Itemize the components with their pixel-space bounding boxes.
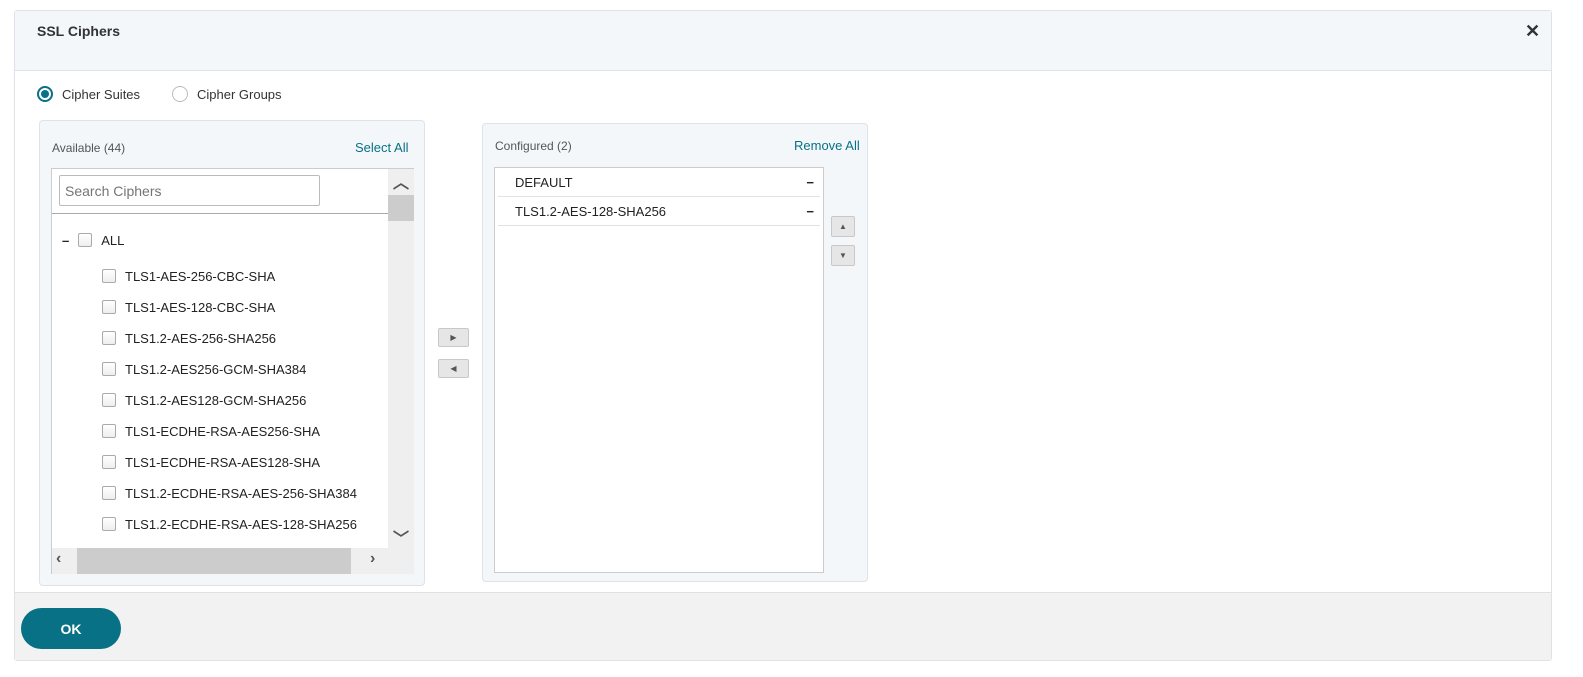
remove-item-icon[interactable]: − — [806, 204, 814, 219]
checkbox[interactable] — [102, 393, 116, 407]
available-label: Available (44) — [52, 141, 126, 155]
move-down-button[interactable]: ▼ — [831, 245, 855, 266]
remove-button[interactable]: ◀ — [438, 359, 469, 378]
configured-label: Configured (2) — [495, 139, 572, 153]
remove-all-link[interactable]: Remove All — [794, 138, 860, 153]
configured-panel: Configured (2) Remove All DEFAULT − TLS1.2… — [482, 123, 868, 582]
checkbox[interactable] — [102, 362, 116, 376]
cipher-item[interactable]: TLS1.2-AES-256-SHA256 — [102, 328, 276, 348]
close-icon[interactable]: ✕ — [1525, 21, 1540, 42]
dialog-header: SSL Ciphers ✕ — [15, 11, 1551, 71]
item-label: TLS1-AES-128-CBC-SHA — [125, 299, 276, 315]
item-label: TLS1.2-ECDHE-RSA-AES-256-SHA384 — [125, 485, 357, 501]
radio-unselected-icon — [172, 86, 188, 102]
available-list: ︿ ﹀ – ALL ‹ › TLS1-AES-256-CBC-SHA TLS1-A… — [51, 168, 414, 574]
scroll-left-icon[interactable]: ‹ — [56, 550, 61, 568]
cipher-item[interactable]: TLS1.2-ECDHE-RSA-AES-128-SHA256 — [102, 514, 357, 534]
tree-item-all[interactable]: – ALL — [62, 230, 124, 250]
arrow-left-icon: ◀ — [450, 364, 457, 373]
search-area — [52, 169, 388, 214]
dialog-title: SSL Ciphers — [37, 23, 120, 39]
item-label: DEFAULT — [515, 174, 573, 190]
arrow-up-icon: ▲ — [839, 222, 847, 231]
item-label: ALL — [101, 232, 125, 248]
item-label: TLS1-AES-256-CBC-SHA — [125, 268, 276, 284]
configured-item[interactable]: TLS1.2-AES-128-SHA256 − — [498, 197, 820, 226]
available-panel: Available (44) Select All ︿ ﹀ – ALL ‹ › — [39, 120, 425, 586]
scroll-up-icon[interactable]: ︿ — [388, 169, 414, 195]
configured-list: DEFAULT − TLS1.2-AES-128-SHA256 − — [494, 167, 824, 573]
cipher-item[interactable]: TLS1-AES-256-CBC-SHA — [102, 266, 275, 286]
add-button[interactable]: ▶ — [438, 328, 469, 347]
scroll-down-icon[interactable]: ﹀ — [388, 525, 414, 548]
remove-item-icon[interactable]: − — [806, 175, 814, 190]
checkbox[interactable] — [78, 233, 93, 247]
checkbox[interactable] — [102, 269, 116, 283]
radio-cipher-groups[interactable]: Cipher Groups — [172, 86, 282, 102]
item-label: TLS1.2-AES-256-SHA256 — [125, 330, 277, 346]
cipher-item[interactable]: TLS1.2-AES128-GCM-SHA256 — [102, 390, 306, 410]
item-label: TLS1.2-AES256-GCM-SHA384 — [125, 361, 307, 377]
checkbox[interactable] — [102, 331, 116, 345]
radio-label: Cipher Suites — [62, 86, 141, 102]
cipher-item[interactable]: TLS1-ECDHE-RSA-AES256-SHA — [102, 421, 320, 441]
arrow-right-icon: ▶ — [450, 333, 457, 342]
scrollbar-thumb[interactable] — [388, 195, 414, 221]
cipher-item[interactable]: TLS1.2-AES256-GCM-SHA384 — [102, 359, 306, 379]
cipher-item[interactable]: TLS1-AES-128-CBC-SHA — [102, 297, 275, 317]
dialog-footer: OK — [15, 592, 1551, 660]
horizontal-scrollbar[interactable]: ‹ › — [52, 548, 414, 574]
checkbox[interactable] — [102, 424, 116, 438]
item-label: TLS1.2-AES-128-SHA256 — [515, 203, 667, 219]
cipher-item[interactable]: TLS1.2-ECDHE-RSA-AES-256-SHA384 — [102, 483, 357, 503]
move-up-button[interactable]: ▲ — [831, 216, 855, 237]
item-label: TLS1-ECDHE-RSA-AES128-SHA — [125, 454, 321, 470]
checkbox[interactable] — [102, 517, 116, 531]
radio-label: Cipher Groups — [197, 86, 282, 102]
configured-item[interactable]: DEFAULT − — [498, 168, 820, 197]
hscrollbar-thumb[interactable] — [77, 548, 351, 574]
select-all-link[interactable]: Select All — [355, 140, 408, 155]
scroll-right-icon[interactable]: › — [370, 550, 375, 568]
radio-selected-icon — [37, 86, 53, 102]
ok-button[interactable]: OK — [21, 608, 121, 649]
item-label: TLS1.2-ECDHE-RSA-AES-128-SHA256 — [125, 516, 357, 532]
ssl-ciphers-dialog: SSL Ciphers ✕ Cipher Suites Cipher Group… — [14, 10, 1552, 661]
checkbox[interactable] — [102, 300, 116, 314]
checkbox[interactable] — [102, 455, 116, 469]
item-label: TLS1-ECDHE-RSA-AES256-SHA — [125, 423, 321, 439]
arrow-down-icon: ▼ — [839, 251, 847, 260]
collapse-icon[interactable]: – — [62, 233, 69, 248]
vertical-scrollbar[interactable]: ︿ ﹀ — [388, 169, 414, 548]
cipher-item[interactable]: TLS1-ECDHE-RSA-AES128-SHA — [102, 452, 320, 472]
item-label: TLS1.2-AES128-GCM-SHA256 — [125, 392, 307, 408]
radio-cipher-suites[interactable]: Cipher Suites — [37, 86, 140, 102]
search-ciphers-input[interactable] — [59, 175, 320, 206]
checkbox[interactable] — [102, 486, 116, 500]
